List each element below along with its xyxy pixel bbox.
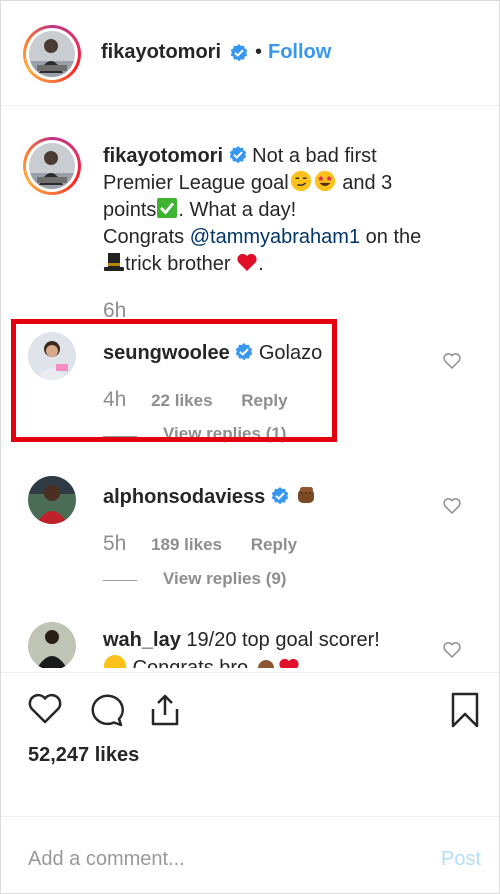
likes-count[interactable]: 52,247 likes: [28, 744, 139, 767]
mention-link[interactable]: @tammyabraham1: [190, 226, 360, 248]
check-box-icon: [157, 198, 178, 218]
comment-bubble-icon[interactable]: [88, 693, 124, 727]
add-comment-divider: [1, 816, 499, 817]
verified-badge-icon: [230, 44, 248, 62]
comment-like-heart-icon[interactable]: [442, 640, 462, 660]
red-heart-icon: [279, 658, 299, 668]
header-username[interactable]: fikayotomori: [101, 41, 221, 64]
highlight-box: [11, 319, 337, 442]
red-heart-icon: [237, 253, 257, 271]
share-upload-icon[interactable]: [148, 693, 182, 727]
post-header: fikayotomori • Follow: [1, 1, 499, 106]
star-eyes-emoji-icon: [314, 170, 335, 192]
caption-line-3: points: [103, 199, 157, 221]
reply-button[interactable]: Reply: [251, 535, 297, 554]
comment-like-heart-icon[interactable]: [442, 496, 462, 516]
view-replies-line: [103, 580, 137, 581]
caption-avatar[interactable]: [23, 137, 81, 195]
comment-username[interactable]: alphonsodaviess: [103, 486, 265, 508]
caption-text: fikayotomori Not a bad first Premier Lea…: [103, 145, 422, 275]
verified-badge-icon: [271, 487, 289, 505]
comment-2-text: alphonsodaviess: [103, 483, 318, 511]
comment-body-line-2: Congrats bro: [132, 657, 249, 668]
header-separator: •: [255, 41, 263, 63]
caption-line-5: trick brother: [125, 253, 237, 275]
clap-emoji-icon: [257, 660, 274, 668]
like-heart-icon[interactable]: [27, 693, 63, 725]
comment-avatar-wah-lay[interactable]: [28, 622, 76, 668]
caption-line-1: Not a bad first: [252, 145, 377, 167]
post-button[interactable]: Post: [441, 848, 481, 871]
comment-2-meta: 5h 189 likes Reply: [103, 532, 297, 556]
comment-like-heart-icon[interactable]: [442, 351, 462, 371]
view-replies-button[interactable]: View replies (9): [163, 569, 286, 589]
comment-likes[interactable]: 189 likes: [151, 535, 222, 554]
smirk-emoji-icon: [290, 170, 311, 192]
comment-body: 19/20 top goal scorer!: [186, 629, 380, 651]
follow-button[interactable]: Follow: [268, 41, 331, 64]
bookmark-icon[interactable]: [450, 692, 480, 728]
comment-avatar-alphonsodaviess[interactable]: [28, 476, 76, 524]
smile-emoji-icon: [104, 655, 126, 668]
raised-fist-emoji-icon: [298, 487, 315, 503]
actions-divider: [1, 672, 499, 673]
post-panel: fikayotomori • Follow fikayotomori Not a…: [0, 0, 500, 894]
caption-username[interactable]: fikayotomori: [103, 145, 223, 167]
verified-badge-icon: [229, 146, 246, 164]
comment-3-text: wah_lay 19/20 top goal scorer! Congrats …: [103, 627, 380, 668]
caption-line-2: Premier League goal: [103, 172, 289, 194]
header-avatar[interactable]: [23, 25, 81, 83]
add-comment-input[interactable]: Add a comment...: [28, 848, 185, 871]
caption-line-4: Congrats: [103, 226, 190, 248]
comment-username[interactable]: wah_lay: [103, 629, 181, 651]
top-hat-icon: [104, 253, 124, 271]
comment-time[interactable]: 5h: [103, 532, 126, 555]
